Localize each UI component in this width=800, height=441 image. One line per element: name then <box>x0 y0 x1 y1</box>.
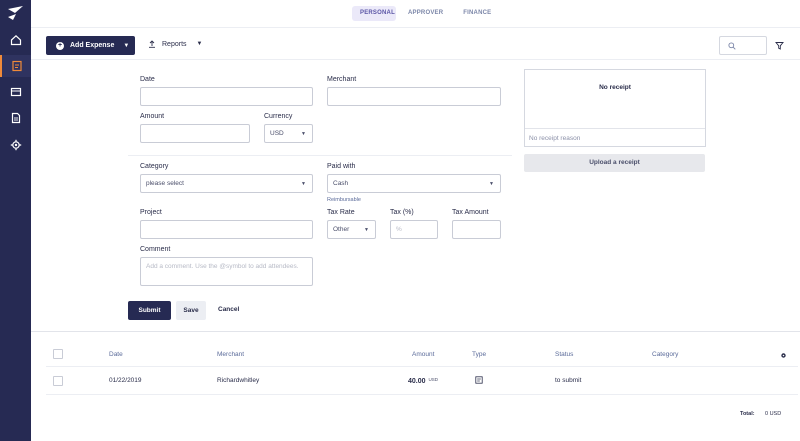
table-row-divider <box>46 394 798 395</box>
project-field[interactable] <box>140 220 313 239</box>
sidebar-item-cards[interactable] <box>0 81 31 103</box>
reports-menu[interactable]: Reports ▼ <box>148 40 202 48</box>
cancel-button[interactable]: Cancel <box>218 306 239 313</box>
view-tabs: PERSONAL APPROVER FINANCE <box>352 6 499 21</box>
reimbursable-hint: Reimbursable <box>327 197 361 203</box>
section-divider <box>31 331 800 332</box>
row-amount: 40.00 USD <box>408 377 438 385</box>
category-value: please select <box>146 180 184 187</box>
tab-finance[interactable]: FINANCE <box>455 6 499 21</box>
merchant-label: Merchant <box>327 76 357 83</box>
reports-label: Reports <box>162 40 187 48</box>
col-merchant[interactable]: Merchant <box>217 351 244 358</box>
tax-rate-label: Tax Rate <box>327 209 355 216</box>
save-button[interactable]: Save <box>176 301 206 320</box>
col-category[interactable]: Category <box>652 351 678 358</box>
tax-amount-field[interactable] <box>452 220 501 239</box>
tax-pct-label: Tax (%) <box>390 209 414 216</box>
row-amount-currency: USD <box>428 377 439 382</box>
no-receipt-reason-input[interactable]: No receipt reason <box>525 128 705 147</box>
comment-textarea[interactable]: Add a comment. Use the @symbol to add at… <box>140 257 313 286</box>
total-value: 0 USD <box>765 411 782 417</box>
table-header-divider <box>46 366 798 367</box>
logo-icon[interactable] <box>6 5 25 21</box>
paid-with-value: Cash <box>333 180 349 187</box>
row-checkbox[interactable] <box>53 376 63 386</box>
tab-personal[interactable]: PERSONAL <box>352 6 396 21</box>
chevron-down-icon: ▼ <box>489 180 494 187</box>
chevron-down-icon: ▼ <box>301 180 306 187</box>
select-all-checkbox[interactable] <box>53 349 63 359</box>
tax-amount-label: Tax Amount <box>452 209 489 216</box>
sidebar-item-settings[interactable] <box>0 134 31 156</box>
category-label: Category <box>140 163 169 170</box>
sidebar <box>0 0 31 441</box>
row-status: to submit <box>555 377 582 384</box>
col-type[interactable]: Type <box>472 351 486 358</box>
amount-field[interactable] <box>140 124 250 143</box>
plus-icon: + <box>56 41 64 50</box>
date-field[interactable] <box>140 87 313 106</box>
upload-receipt-button[interactable]: Upload a receipt <box>524 154 705 172</box>
filter-icon[interactable] <box>775 41 784 50</box>
col-status[interactable]: Status <box>555 351 573 358</box>
tax-rate-value: Other <box>333 226 350 233</box>
search-input[interactable] <box>719 36 767 55</box>
tax-pct-field[interactable]: % <box>390 220 438 239</box>
toolbar-divider <box>31 59 800 60</box>
col-date[interactable]: Date <box>109 351 123 358</box>
report-icon <box>11 112 20 124</box>
gear-icon[interactable] <box>780 352 787 359</box>
submit-button[interactable]: Submit <box>128 301 171 320</box>
receipt-panel[interactable]: No receipt No receipt reason <box>524 69 706 147</box>
amount-label: Amount <box>140 113 165 120</box>
col-amount[interactable]: Amount <box>412 351 434 358</box>
comment-placeholder: Add a comment. Use the @symbol to add at… <box>146 263 299 270</box>
currency-label: Currency <box>264 113 293 120</box>
comment-label: Comment <box>140 246 171 253</box>
date-label: Date <box>140 76 155 83</box>
tab-approver[interactable]: APPROVER <box>400 6 451 21</box>
expense-icon <box>11 60 22 72</box>
sidebar-item-reports[interactable] <box>0 107 31 129</box>
header-divider <box>31 27 800 28</box>
add-expense-button[interactable]: + Add Expense ▼ <box>46 36 135 55</box>
search-icon <box>728 41 736 50</box>
tax-rate-select[interactable]: Other ▼ <box>327 220 376 239</box>
chevron-down-icon: ▼ <box>123 42 130 49</box>
project-label: Project <box>140 209 162 216</box>
chevron-down-icon: ▼ <box>196 41 203 47</box>
add-expense-label: Add Expense <box>70 42 115 49</box>
upload-icon <box>149 40 155 48</box>
chevron-down-icon: ▼ <box>364 226 369 233</box>
currency-value: USD <box>270 130 284 137</box>
total-label: Total: <box>740 411 755 417</box>
receipt-icon <box>475 376 483 384</box>
form-section-divider <box>128 155 512 156</box>
sidebar-item-home[interactable] <box>0 29 31 51</box>
row-amount-value: 40.00 <box>408 378 426 385</box>
sidebar-item-expenses[interactable] <box>0 55 31 77</box>
category-select[interactable]: please select ▼ <box>140 174 313 193</box>
home-icon <box>10 34 21 46</box>
paid-with-select[interactable]: Cash ▼ <box>327 174 501 193</box>
receipt-title: No receipt <box>599 84 631 91</box>
card-icon <box>10 87 21 97</box>
chevron-down-icon: ▼ <box>301 130 306 137</box>
merchant-field[interactable] <box>327 87 501 106</box>
tax-pct-placeholder: % <box>396 226 402 233</box>
row-date: 01/22/2019 <box>109 377 142 384</box>
gear-icon <box>10 139 21 151</box>
currency-select[interactable]: USD ▼ <box>264 124 313 143</box>
row-merchant: Richardwhitley <box>217 377 260 384</box>
paid-with-label: Paid with <box>327 163 356 170</box>
